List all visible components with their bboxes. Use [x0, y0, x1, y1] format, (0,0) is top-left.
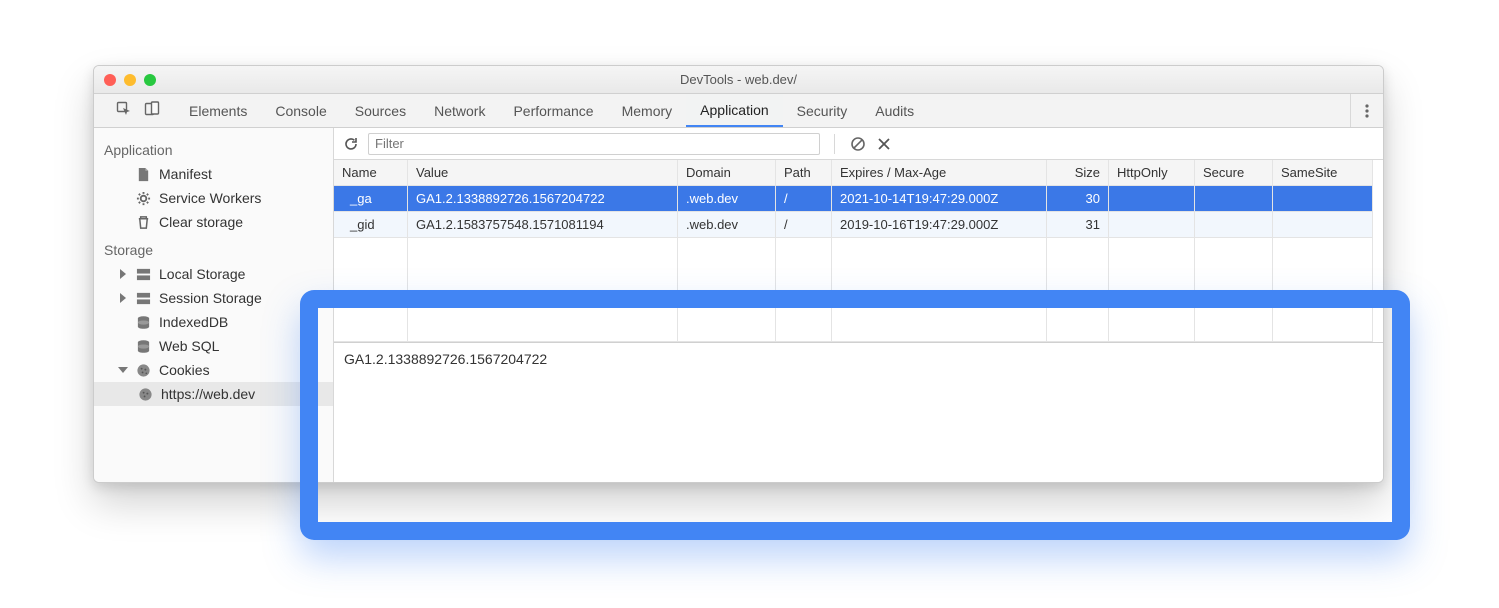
- sidebar-item-label: Cookies: [159, 362, 210, 378]
- gear-icon: [136, 191, 151, 206]
- application-sidebar: Application Manifest Service Workers Cle…: [94, 128, 334, 482]
- sidebar-item-clear-storage[interactable]: Clear storage: [94, 210, 333, 234]
- col-value[interactable]: Value: [408, 160, 678, 186]
- cookies-panel: Name Value Domain Path Expires / Max-Age…: [334, 128, 1383, 482]
- tab-network[interactable]: Network: [420, 94, 499, 127]
- col-size[interactable]: Size: [1047, 160, 1109, 186]
- section-application: Application: [94, 134, 333, 162]
- col-name[interactable]: Name: [334, 160, 408, 186]
- col-samesite[interactable]: SameSite: [1273, 160, 1373, 186]
- sidebar-item-label: Clear storage: [159, 214, 243, 230]
- col-expires[interactable]: Expires / Max-Age: [832, 160, 1047, 186]
- titlebar: DevTools - web.dev/: [94, 66, 1383, 94]
- cookie-value-text: GA1.2.1338892726.1567204722: [344, 351, 547, 367]
- expand-icon[interactable]: [118, 293, 128, 303]
- storage-icon: [136, 267, 151, 282]
- sidebar-item-label: Service Workers: [159, 190, 261, 206]
- tab-audits[interactable]: Audits: [861, 94, 928, 127]
- col-httponly[interactable]: HttpOnly: [1109, 160, 1195, 186]
- trash-icon: [136, 215, 151, 230]
- col-domain[interactable]: Domain: [678, 160, 776, 186]
- table-empty-area: [334, 238, 1383, 342]
- tab-security[interactable]: Security: [783, 94, 862, 127]
- section-storage: Storage: [94, 234, 333, 262]
- collapse-icon[interactable]: [118, 367, 128, 373]
- tab-sources[interactable]: Sources: [341, 94, 420, 127]
- cookies-table-header: Name Value Domain Path Expires / Max-Age…: [334, 160, 1383, 186]
- inspect-element-icon[interactable]: [116, 101, 132, 120]
- tab-performance[interactable]: Performance: [499, 94, 607, 127]
- sidebar-item-label: Manifest: [159, 166, 212, 182]
- document-icon: [136, 167, 151, 182]
- tab-memory[interactable]: Memory: [608, 94, 687, 127]
- cookie-icon: [136, 363, 151, 378]
- sidebar-item-session-storage[interactable]: Session Storage: [94, 286, 333, 310]
- database-icon: [136, 315, 151, 330]
- sidebar-item-label: Local Storage: [159, 266, 245, 282]
- tab-elements[interactable]: Elements: [175, 94, 261, 127]
- sidebar-item-manifest[interactable]: Manifest: [94, 162, 333, 186]
- sidebar-item-label: IndexedDB: [159, 314, 228, 330]
- sidebar-item-cookie-origin[interactable]: https://web.dev: [94, 382, 333, 406]
- tab-console[interactable]: Console: [261, 94, 340, 127]
- cookie-icon: [138, 387, 153, 402]
- cookie-value-pane: GA1.2.1338892726.1567204722: [334, 342, 1383, 482]
- sidebar-item-service-workers[interactable]: Service Workers: [94, 186, 333, 210]
- storage-icon: [136, 291, 151, 306]
- sidebar-item-websql[interactable]: Web SQL: [94, 334, 333, 358]
- database-icon: [136, 339, 151, 354]
- col-path[interactable]: Path: [776, 160, 832, 186]
- clear-all-icon[interactable]: [849, 135, 867, 153]
- delete-selected-icon[interactable]: [875, 135, 893, 153]
- sidebar-item-local-storage[interactable]: Local Storage: [94, 262, 333, 286]
- col-secure[interactable]: Secure: [1195, 160, 1273, 186]
- more-options-icon[interactable]: [1350, 94, 1383, 127]
- sidebar-item-label: https://web.dev: [161, 386, 255, 402]
- devtools-window: DevTools - web.dev/ Elements Console Sou…: [93, 65, 1384, 483]
- refresh-icon[interactable]: [342, 135, 360, 153]
- expand-icon[interactable]: [118, 269, 128, 279]
- sidebar-item-label: Web SQL: [159, 338, 219, 354]
- cookies-toolbar: [334, 128, 1383, 160]
- sidebar-item-label: Session Storage: [159, 290, 262, 306]
- sidebar-item-cookies[interactable]: Cookies: [94, 358, 333, 382]
- filter-input[interactable]: [368, 133, 820, 155]
- device-toolbar-icon[interactable]: [144, 101, 160, 120]
- sidebar-item-indexeddb[interactable]: IndexedDB: [94, 310, 333, 334]
- devtools-tabs: Elements Console Sources Network Perform…: [94, 94, 1383, 128]
- tab-application[interactable]: Application: [686, 94, 783, 127]
- window-title: DevTools - web.dev/: [94, 72, 1383, 87]
